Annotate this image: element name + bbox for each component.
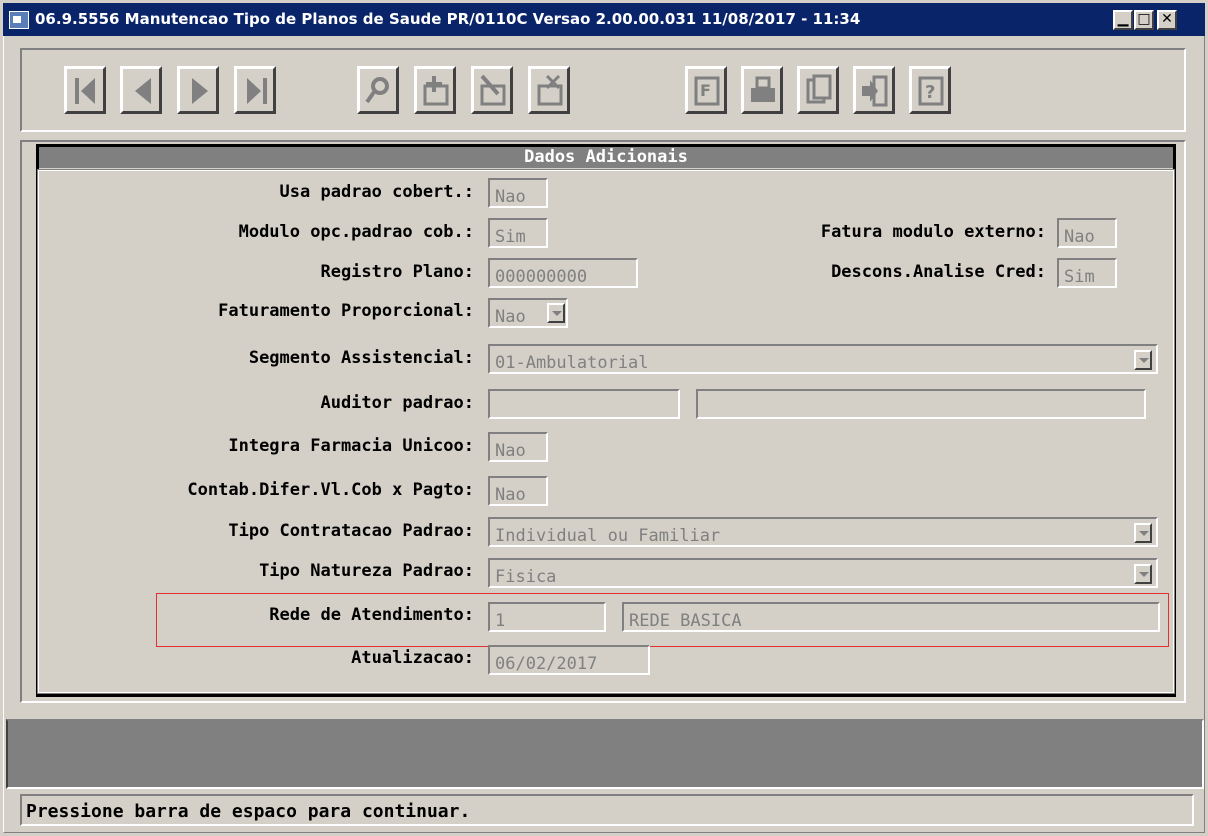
rede-atendimento-code-field[interactable]: 1 xyxy=(488,602,606,632)
help-button[interactable]: ? xyxy=(909,66,951,114)
rede-atendimento-label: Rede de Atendimento: xyxy=(269,605,474,625)
add-icon xyxy=(423,76,449,106)
fatura-modulo-externo-label: Fatura modulo externo: xyxy=(820,222,1046,242)
contab-difer-label: Contab.Difer.Vl.Cob x Pagto: xyxy=(187,480,474,500)
previous-record-button[interactable] xyxy=(120,66,162,114)
tipo-contratacao-dropdown-button[interactable] xyxy=(1134,523,1152,543)
svg-text:?: ? xyxy=(925,82,935,103)
tipo-natureza-dropdown-button[interactable] xyxy=(1134,564,1152,584)
exit-button[interactable] xyxy=(853,66,895,114)
tipo-contratacao-label: Tipo Contratacao Padrao: xyxy=(228,521,474,541)
segmento-dropdown-button[interactable] xyxy=(1134,350,1152,370)
maximize-icon: □ xyxy=(1137,11,1151,27)
usa-padrao-cobert-field[interactable]: Nao xyxy=(488,178,548,208)
svg-text:F: F xyxy=(700,81,711,100)
next-icon xyxy=(192,78,208,104)
usa-padrao-cobert-label: Usa padrao cobert.: xyxy=(279,182,474,202)
segmento-assistencial-value: 01-Ambulatorial xyxy=(495,353,649,373)
search-button[interactable] xyxy=(357,66,399,114)
tipo-contratacao-value: Individual ou Familiar xyxy=(495,526,721,546)
auditor-code-field[interactable] xyxy=(488,389,680,419)
rede-atendimento-name-field[interactable]: REDE BASICA xyxy=(622,602,1160,632)
report-button[interactable]: F xyxy=(685,66,727,114)
segmento-assistencial-label: Segmento Assistencial: xyxy=(248,348,474,368)
section-title: Dados Adicionais xyxy=(39,147,1173,168)
add-button[interactable] xyxy=(414,66,456,114)
copy-icon xyxy=(806,74,832,104)
faturamento-dropdown-button[interactable] xyxy=(547,303,565,323)
faturamento-proporcional-label: Faturamento Proporcional: xyxy=(218,301,474,321)
exit-icon xyxy=(862,75,888,107)
descons-analise-label: Descons.Analise Cred: xyxy=(831,262,1046,282)
app-icon[interactable] xyxy=(9,11,29,29)
auditor-padrao-label: Auditor padrao: xyxy=(320,393,474,413)
descons-analise-field[interactable]: Sim xyxy=(1057,258,1117,288)
delete-button[interactable] xyxy=(528,66,570,114)
contab-difer-field[interactable]: Nao xyxy=(488,476,548,506)
edit-icon xyxy=(480,74,506,106)
minimize-icon: ▁ xyxy=(1117,11,1129,27)
report-icon: F xyxy=(694,76,720,106)
print-button[interactable] xyxy=(741,66,783,114)
delete-icon xyxy=(537,74,563,106)
status-text: Pressione barra de espaco para continuar… xyxy=(26,801,471,822)
title-bar: 06.9.5556 Manutencao Tipo de Planos de S… xyxy=(0,0,1208,36)
tipo-contratacao-select[interactable]: Individual ou Familiar xyxy=(488,517,1158,547)
edit-button[interactable] xyxy=(471,66,513,114)
tipo-natureza-value: Fisica xyxy=(495,567,557,587)
integra-farmacia-label: Integra Farmacia Unicoo: xyxy=(228,436,474,456)
close-button[interactable]: ✕ xyxy=(1157,10,1177,30)
last-record-button[interactable] xyxy=(234,66,276,114)
help-icon: ? xyxy=(918,76,944,106)
faturamento-proporcional-value: Nao xyxy=(495,307,526,327)
first-record-button[interactable] xyxy=(64,66,106,114)
previous-icon xyxy=(135,78,151,104)
tipo-natureza-label: Tipo Natureza Padrao: xyxy=(259,561,474,581)
auditor-name-field[interactable] xyxy=(696,389,1146,419)
copy-button[interactable] xyxy=(797,66,839,114)
search-icon xyxy=(365,77,389,104)
tipo-natureza-select[interactable]: Fisica xyxy=(488,558,1158,588)
status-bar: Pressione barra de espaco para continuar… xyxy=(20,794,1194,826)
last-icon xyxy=(247,78,267,104)
minimize-button[interactable]: ▁ xyxy=(1113,10,1133,30)
maximize-button[interactable]: □ xyxy=(1134,10,1154,30)
first-icon xyxy=(75,78,95,104)
segmento-assistencial-select[interactable]: 01-Ambulatorial xyxy=(488,344,1158,374)
atualizacao-field[interactable]: 06/02/2017 xyxy=(488,645,650,675)
window-title: 06.9.5556 Manutencao Tipo de Planos de S… xyxy=(35,10,861,28)
fatura-modulo-externo-field[interactable]: Nao xyxy=(1057,218,1117,248)
atualizacao-label: Atualizacao: xyxy=(351,648,474,668)
integra-farmacia-field[interactable]: Nao xyxy=(488,432,548,462)
next-record-button[interactable] xyxy=(177,66,219,114)
close-icon: ✕ xyxy=(1161,11,1173,27)
message-area xyxy=(6,719,1204,789)
print-icon xyxy=(751,76,775,102)
